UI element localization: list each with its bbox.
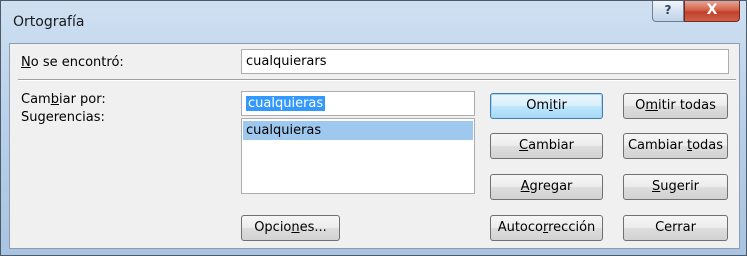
ignore-button[interactable]: Omitir bbox=[490, 93, 603, 119]
change-all-button[interactable]: Cambiar todas bbox=[623, 133, 728, 159]
dialog-body: No se encontró: cualquierars Cambiar por… bbox=[9, 43, 740, 249]
suggestions-label: Sugerencias: bbox=[21, 110, 105, 125]
ignore-all-button[interactable]: Omitir todas bbox=[623, 93, 728, 119]
options-button[interactable]: Opciones... bbox=[241, 215, 340, 241]
autocorrect-button[interactable]: Autocorrección bbox=[490, 215, 603, 241]
help-button[interactable]: ? bbox=[652, 1, 684, 22]
not-found-value: cualquierars bbox=[246, 54, 327, 69]
change-to-input[interactable]: cualquieras bbox=[241, 91, 475, 116]
suggestion-item[interactable]: cualquieras bbox=[243, 121, 473, 140]
suggestions-list[interactable]: cualquieras bbox=[241, 118, 475, 194]
spelling-dialog: Ortografía ? X No se encontró: cualquier… bbox=[0, 0, 747, 256]
close-window-button[interactable]: X bbox=[684, 1, 740, 22]
not-found-label: No se encontró: bbox=[21, 55, 124, 70]
change-to-value: cualquieras bbox=[246, 96, 326, 111]
separator bbox=[18, 79, 736, 81]
close-icon: X bbox=[706, 2, 718, 18]
close-button[interactable]: Cerrar bbox=[623, 215, 728, 241]
add-button[interactable]: Agregar bbox=[490, 174, 603, 200]
help-icon: ? bbox=[664, 3, 672, 17]
not-found-field[interactable]: cualquierars bbox=[241, 49, 729, 74]
window-title: Ortografía bbox=[13, 14, 85, 30]
suggest-button[interactable]: Sugerir bbox=[623, 174, 728, 200]
change-button[interactable]: Cambiar bbox=[490, 133, 603, 159]
change-to-label: Cambiar por: bbox=[21, 92, 106, 107]
title-bar[interactable]: Ortografía ? X bbox=[1, 1, 746, 41]
